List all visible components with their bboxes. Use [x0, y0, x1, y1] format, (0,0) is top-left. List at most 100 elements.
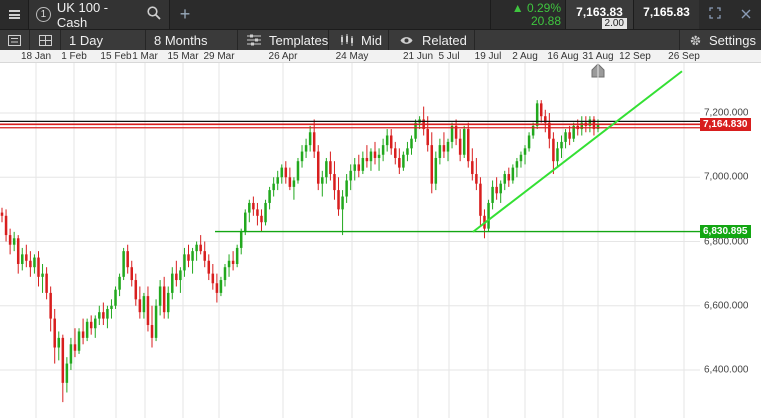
candle-body [564, 132, 567, 142]
buy-price-button[interactable]: 7,165.83 [633, 0, 699, 29]
close-icon[interactable] [741, 8, 751, 22]
candle-body [98, 312, 101, 319]
candle-body [53, 318, 56, 348]
time-axis-label: 5 Jul [438, 51, 460, 62]
candle-body [252, 202, 255, 210]
candle-body [179, 270, 182, 281]
candle-body [446, 141, 450, 152]
sell-price-button[interactable]: 7,163.83 2.00 [565, 0, 633, 29]
candle-body [244, 212, 247, 232]
candle-body [353, 164, 356, 171]
candle-body [369, 151, 373, 162]
candle-body [231, 260, 235, 264]
candle-body [239, 231, 243, 248]
time-axis-label: 12 Sep [619, 51, 651, 62]
add-tab-icon[interactable]: + [170, 0, 200, 29]
candle-body [166, 292, 170, 313]
candle-body [365, 157, 369, 162]
candle-body [426, 129, 429, 146]
related-button[interactable]: Related [389, 30, 475, 50]
candle-body [552, 138, 555, 162]
chart-canvas [0, 63, 700, 418]
change-percent: ▲ 0.29% [511, 0, 561, 15]
candle-body [65, 363, 69, 383]
candle-body [85, 321, 89, 338]
time-axis-label: 2 Aug [512, 51, 538, 62]
candle-body [381, 145, 385, 155]
price-chart[interactable]: 7,200.000 7,000.000 6,800.000 6,600.000 6,40… [0, 63, 761, 418]
candle-body [207, 260, 211, 274]
candle-body [337, 190, 340, 210]
candle-body [93, 318, 97, 329]
candle-body [296, 161, 300, 181]
candle-body [467, 129, 470, 162]
layout-list-icon[interactable] [0, 30, 30, 50]
candle-body [122, 251, 125, 277]
candle-body [118, 276, 121, 290]
price-axis-label: 6,600.000 [704, 300, 749, 312]
candle-body [438, 145, 442, 158]
candle-body [215, 283, 219, 293]
candle-body [458, 138, 462, 155]
candle-body [357, 164, 361, 171]
candle-body [507, 174, 511, 181]
candle-body [300, 151, 304, 162]
candle-body [81, 331, 85, 338]
candle-body [389, 135, 393, 149]
candle-body [434, 157, 438, 184]
candle-body [535, 103, 539, 126]
candle-body [134, 280, 138, 300]
candle-body [260, 215, 263, 223]
candle-body [45, 273, 48, 293]
candle-body [341, 196, 344, 210]
range-dropdown[interactable]: 8 Months [146, 30, 238, 50]
settings-label: Settings [709, 32, 756, 48]
candle-body [162, 286, 166, 313]
menu-icon[interactable] [0, 0, 29, 29]
candle-body [0, 212, 4, 216]
price-type-dropdown[interactable]: Mid [329, 30, 389, 50]
layout-grid-icon[interactable] [30, 30, 61, 50]
candle-body [191, 251, 194, 261]
candle-body [471, 161, 474, 175]
candle-body [361, 157, 365, 171]
candles-icon [340, 34, 354, 46]
price-axis-label: 7,000.000 [704, 171, 749, 183]
change-points: 20.88 [530, 13, 561, 28]
candle-body [345, 180, 348, 197]
candle-body [146, 296, 150, 326]
price-change: ▲ 0.29% 20.88 [490, 0, 565, 29]
candle-body [57, 337, 61, 348]
candle-body [106, 308, 109, 319]
candle-body [12, 238, 16, 245]
time-axis-label: 16 Aug [547, 51, 579, 62]
candle-body [195, 244, 198, 252]
candle-body [4, 215, 8, 236]
candle-body [203, 251, 206, 261]
top-bar: 1 UK 100 - Cash + ▲ 0.29% 20.88 7,163.83… [0, 0, 761, 30]
candle-body [69, 344, 73, 364]
candle-body [187, 254, 190, 261]
candle-body [288, 177, 292, 187]
templates-button[interactable]: Templates [238, 30, 329, 50]
instrument-number-badge: 1 [36, 7, 51, 22]
search-icon[interactable] [147, 6, 161, 23]
instrument-name: UK 100 - Cash [56, 0, 109, 30]
candle-body [377, 154, 381, 158]
expand-icon[interactable] [709, 7, 721, 22]
eye-icon [400, 36, 413, 45]
templates-label: Templates [269, 32, 329, 48]
settings-button[interactable]: Settings [679, 30, 761, 50]
candle-body [442, 145, 446, 152]
interval-dropdown[interactable]: 1 Day [61, 30, 146, 50]
sliders-icon [247, 34, 261, 46]
candle-body [73, 344, 77, 351]
candle-body [199, 244, 202, 252]
candle-body [114, 289, 117, 306]
candle-body [33, 257, 36, 268]
candle-body [8, 235, 12, 245]
instrument-selector[interactable]: 1 UK 100 - Cash [29, 0, 170, 30]
candle-body [394, 148, 397, 158]
time-axis-label: 18 Jan [20, 51, 52, 62]
